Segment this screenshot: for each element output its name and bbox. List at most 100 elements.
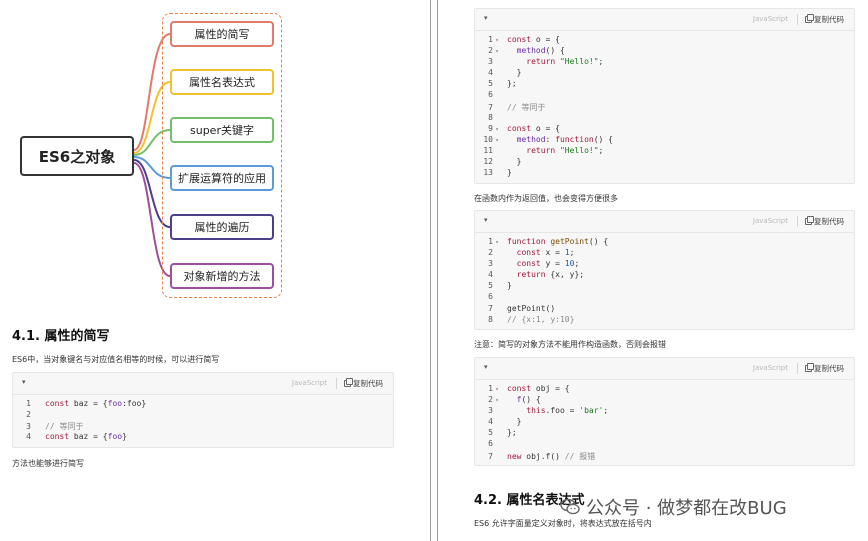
code-token: // {x:1, y:10} — [507, 314, 575, 324]
code-token: // 等同于 — [507, 102, 546, 112]
code-line: 2 — [13, 410, 393, 421]
code-language: JavaScript — [752, 217, 788, 225]
line-number: 10 — [483, 134, 493, 144]
code-token: } — [507, 281, 512, 291]
collapse-toggle-icon[interactable]: ▾ — [484, 363, 488, 371]
after-text: 方法也能够进行简写 — [12, 459, 84, 468]
line-number: 8 — [488, 112, 493, 122]
code-language: JavaScript — [752, 15, 788, 23]
code-token: this — [526, 406, 546, 416]
line-number: 1 — [488, 35, 493, 44]
fold-arrow-icon[interactable]: ▾ — [493, 137, 501, 144]
code-token: "Hello!" — [559, 145, 599, 155]
section-title-4-1: 4.1. 属性的简写 — [12, 329, 110, 344]
code-token: () { — [588, 237, 609, 246]
copy-icon — [805, 14, 814, 23]
line-number: 2 — [26, 410, 31, 420]
fold-arrow-icon[interactable]: ▾ — [493, 48, 501, 55]
code-line: 7 getPoint() — [475, 304, 854, 315]
line-number: 3 — [26, 422, 31, 432]
code-token: const — [516, 259, 546, 269]
code-block-1: ▾ JavaScript 复制代码 1 const baz = {foo:foo}… — [12, 372, 394, 448]
line-number: 6 — [488, 90, 493, 100]
right-page: ▾ JavaScript 复制代码 1 ▾ const o = {2 ▾ method… — [440, 0, 868, 541]
fold-arrow-icon[interactable]: ▾ — [493, 239, 501, 246]
code-token: ; — [569, 248, 575, 258]
code-token: getPoint() — [507, 303, 556, 313]
code-token: const — [507, 384, 536, 393]
line-number: 3 — [488, 406, 493, 416]
collapse-toggle-icon[interactable]: ▾ — [484, 14, 488, 22]
line-number: 6 — [488, 292, 493, 302]
code-line: 12 } — [475, 157, 854, 168]
fold-arrow-icon[interactable]: ▾ — [493, 397, 501, 404]
code-line: 4 } — [475, 68, 854, 79]
copy-icon — [805, 216, 814, 225]
fold-arrow-icon[interactable]: ▾ — [493, 386, 501, 393]
copy-code-button[interactable]: 复制代码 — [805, 14, 844, 25]
text-note: 注意：简写的对象方法不能用作构造函数，否则会报错 — [474, 340, 666, 349]
line-number: 3 — [488, 259, 493, 269]
code-token: const — [507, 123, 536, 133]
branch-frame — [162, 13, 282, 298]
watermark: 公众号 · 做梦都在改BUG — [560, 494, 787, 520]
line-number: 7 — [488, 102, 493, 112]
code-token: x = — [545, 248, 565, 258]
code-token: return — [516, 270, 551, 280]
line-number: 5 — [488, 281, 493, 291]
code-token: .foo = — [545, 406, 580, 416]
code-token: new — [507, 451, 527, 461]
line-number: 12 — [483, 157, 493, 167]
code-line: 7 new obj.f() // 报错 — [475, 451, 854, 462]
code-line: 4 return {x, y}; — [475, 270, 854, 281]
code-token: // 等同于 — [45, 422, 84, 432]
line-number: 1 — [488, 384, 493, 393]
code-token: function — [555, 134, 594, 144]
copy-code-button[interactable]: 复制代码 — [805, 363, 844, 374]
line-number: 4 — [26, 432, 31, 442]
code-token: : — [545, 134, 556, 144]
line-number: 7 — [488, 451, 493, 461]
line-number: 8 — [488, 314, 493, 324]
code-token: () { — [545, 46, 565, 56]
line-number: 5 — [488, 79, 493, 89]
line-number: 4 — [488, 270, 493, 280]
code-token: const — [516, 248, 546, 258]
line-number: 13 — [483, 168, 493, 178]
left-page: ES6之对象 属性的简写 属性名表达式 super关键字 扩展运算符的应用 属性… — [0, 0, 428, 541]
code-token: foo — [107, 432, 123, 442]
line-number: 5 — [488, 428, 493, 438]
code-token: }; — [507, 428, 517, 438]
line-number: 1 — [26, 399, 31, 408]
mind-map-node-1: 属性的简写 — [170, 21, 274, 47]
code-line: 6 — [475, 292, 854, 303]
code-token: const — [45, 399, 74, 408]
collapse-toggle-icon[interactable]: ▾ — [484, 216, 488, 224]
code-token: 'bar' — [579, 406, 604, 416]
code-token: }; — [507, 79, 517, 89]
code-line: 1 ▾ const obj = { — [475, 384, 854, 395]
copy-code-label: 复制代码 — [814, 217, 844, 226]
collapse-toggle-icon[interactable]: ▾ — [22, 378, 26, 386]
fold-arrow-icon[interactable]: ▾ — [493, 126, 501, 133]
header-separator — [797, 216, 798, 227]
code-token: obj.f() — [526, 451, 565, 461]
line-number: 2 — [488, 46, 493, 56]
mind-map: ES6之对象 属性的简写 属性名表达式 super关键字 扩展运算符的应用 属性… — [0, 0, 428, 305]
code-header: ▾ JavaScript 复制代码 — [475, 358, 854, 380]
copy-code-button[interactable]: 复制代码 — [805, 216, 844, 227]
code-token: () { — [521, 395, 541, 405]
code-token: ; — [574, 259, 580, 269]
code-line: 8 // {x:1, y:10} — [475, 315, 854, 326]
code-line: 3 return "Hello!"; — [475, 57, 854, 68]
code-token: } — [507, 417, 522, 427]
copy-code-button[interactable]: 复制代码 — [344, 378, 383, 389]
code-body: 1 ▾ const o = {2 ▾ method() {3 return "Hell… — [475, 31, 854, 179]
code-line: 1 const baz = {foo:foo} — [13, 399, 393, 410]
fold-arrow-icon[interactable]: ▾ — [493, 37, 501, 44]
code-language: JavaScript — [291, 379, 327, 387]
